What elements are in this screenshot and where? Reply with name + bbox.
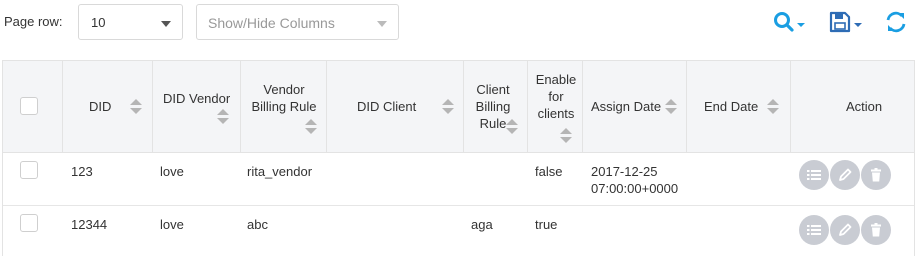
cell-did: 123	[71, 164, 93, 179]
header-did-vendor-label: DID Vendor	[163, 91, 231, 106]
cell-assign-date-date: 2017-12-25	[591, 164, 658, 179]
did-table: DID DID Vendor Vendor Billing Rule DID C…	[2, 60, 915, 256]
header-assign-date[interactable]: Assign Date	[583, 61, 687, 153]
row-checkbox[interactable]	[20, 161, 38, 179]
delete-icon	[871, 168, 881, 182]
delete-button[interactable]	[861, 215, 891, 245]
list-button[interactable]	[799, 215, 829, 245]
header-end-date-label: End Date	[704, 99, 759, 114]
sort-icon	[305, 119, 317, 135]
sort-icon	[506, 119, 518, 135]
cell-did-vendor: love	[160, 217, 184, 232]
edit-icon	[839, 168, 852, 181]
table-row: 123 love rita_vendor false 2017-12-25 07…	[3, 153, 914, 206]
sort-icon	[130, 99, 142, 115]
header-action: Action	[791, 61, 914, 153]
header-select-all-cell	[3, 61, 63, 153]
table-header: DID DID Vendor Vendor Billing Rule DID C…	[3, 61, 914, 153]
cell-did-vendor: love	[160, 164, 184, 179]
delete-button[interactable]	[861, 160, 891, 190]
list-icon	[807, 170, 821, 180]
header-assign-date-label: Assign Date	[591, 99, 662, 114]
cell-did: 12344	[71, 217, 108, 232]
refresh-button[interactable]	[884, 8, 908, 36]
header-did-label: DID	[89, 99, 112, 114]
edit-button[interactable]	[830, 160, 860, 190]
sort-icon	[665, 99, 677, 115]
table-row: 12344 love abc aga true	[3, 206, 914, 256]
header-vendor-billing-rule[interactable]: Vendor Billing Rule	[241, 61, 327, 153]
header-enable-for-clients[interactable]: Enable for clients	[528, 61, 583, 153]
header-did[interactable]: DID	[63, 61, 153, 153]
toolbar: Page row: 10 Show/Hide Columns	[0, 0, 915, 48]
search-icon	[774, 12, 805, 32]
sort-icon	[442, 99, 454, 115]
header-did-client[interactable]: DID Client	[327, 61, 464, 153]
page-row-label: Page row:	[4, 14, 63, 29]
cell-enable-for-clients: false	[535, 164, 563, 179]
cell-vendor-billing-rule: rita_vendor	[247, 164, 313, 179]
cell-client-billing-rule: aga	[471, 217, 493, 232]
header-did-client-label: DID Client	[357, 99, 417, 114]
list-icon	[807, 225, 821, 235]
search-dropdown-button[interactable]	[772, 8, 808, 36]
show-hide-columns-select[interactable]: Show/Hide Columns	[196, 4, 399, 40]
save-icon	[829, 11, 862, 33]
list-button[interactable]	[799, 160, 829, 190]
chevron-down-icon	[161, 21, 171, 27]
sort-icon	[767, 99, 779, 115]
edit-button[interactable]	[830, 215, 860, 245]
header-enable-for-clients-label: Enable for clients	[535, 72, 577, 121]
cell-vendor-billing-rule: abc	[247, 217, 268, 232]
header-vendor-billing-rule-label: Vendor Billing Rule	[251, 82, 317, 114]
header-client-billing-rule[interactable]: Client Billing Rule	[464, 61, 528, 153]
edit-icon	[839, 223, 852, 236]
header-action-label: Action	[846, 99, 883, 114]
cell-assign-date-time: 07:00:00+0000	[591, 181, 679, 196]
header-did-vendor[interactable]: DID Vendor	[153, 61, 241, 153]
header-end-date[interactable]: End Date	[687, 61, 791, 153]
show-hide-columns-placeholder: Show/Hide Columns	[208, 15, 335, 31]
delete-icon	[871, 223, 881, 237]
cell-enable-for-clients: true	[535, 217, 558, 232]
page-size-value: 10	[91, 15, 106, 30]
select-all-checkbox[interactable]	[20, 97, 38, 115]
row-checkbox[interactable]	[20, 214, 38, 232]
refresh-icon	[886, 11, 906, 33]
chevron-down-icon	[377, 21, 387, 27]
page-size-select[interactable]: 10	[78, 4, 183, 40]
save-dropdown-button[interactable]	[829, 8, 865, 36]
sort-icon	[217, 109, 229, 125]
sort-icon	[560, 128, 572, 144]
